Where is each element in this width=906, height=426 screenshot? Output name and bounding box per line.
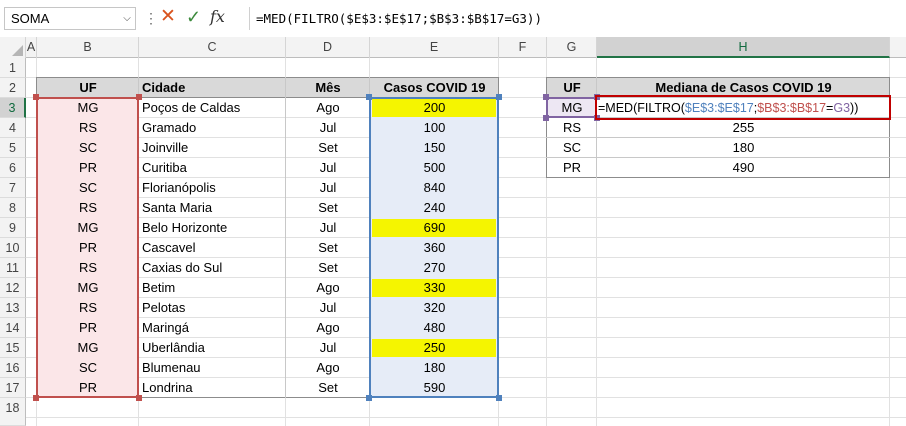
row-header-15[interactable]: 15 bbox=[0, 338, 26, 358]
range-handle bbox=[496, 395, 502, 401]
range-handle bbox=[33, 395, 39, 401]
table2-col-line bbox=[596, 77, 597, 178]
column-headers: A B C D E F G H bbox=[0, 37, 906, 58]
column-header-b[interactable]: B bbox=[37, 37, 139, 58]
column-header-g[interactable]: G bbox=[547, 37, 597, 58]
column-header-h[interactable]: H bbox=[597, 37, 890, 58]
row-header-10[interactable]: 10 bbox=[0, 238, 26, 258]
row-header-16[interactable]: 16 bbox=[0, 358, 26, 378]
row-header-2[interactable]: 2 bbox=[0, 78, 26, 98]
row-header-7[interactable]: 7 bbox=[0, 178, 26, 198]
row-header-3[interactable]: 3 bbox=[0, 98, 26, 118]
x-icon[interactable]: ✕ bbox=[160, 5, 176, 29]
check-icon[interactable]: ✓ bbox=[186, 5, 201, 29]
more-vertical-icon: ⋮ bbox=[144, 10, 158, 26]
range-handle bbox=[543, 115, 549, 121]
table2-row-line bbox=[546, 137, 890, 138]
row-header-13[interactable]: 13 bbox=[0, 298, 26, 318]
column-header-c[interactable]: C bbox=[139, 37, 286, 58]
table1-col-line bbox=[285, 77, 286, 398]
row-header-6[interactable]: 6 bbox=[0, 158, 26, 178]
active-cell-border bbox=[595, 95, 891, 120]
formula-input[interactable]: =MED(FILTRO($E$3:$E$17;$B$3:$B$17=G3)) bbox=[256, 7, 896, 30]
table2-border bbox=[546, 77, 890, 178]
row-header-11[interactable]: 11 bbox=[0, 258, 26, 278]
select-all-corner[interactable] bbox=[0, 37, 26, 58]
insert-function-button[interactable]: fx bbox=[210, 6, 225, 28]
row-header-18[interactable]: 18 bbox=[0, 398, 26, 426]
range-handle bbox=[136, 395, 142, 401]
name-box[interactable]: SOMA bbox=[4, 7, 136, 30]
row-header-14[interactable]: 14 bbox=[0, 318, 26, 338]
row-header-1[interactable]: 1 bbox=[0, 58, 26, 78]
range-handle bbox=[33, 94, 39, 100]
formula-bar-divider bbox=[249, 7, 250, 30]
range-handle bbox=[366, 94, 372, 100]
range-e-border bbox=[369, 97, 499, 398]
range-handle bbox=[136, 94, 142, 100]
column-header-a[interactable]: A bbox=[26, 37, 37, 58]
table2-row-line bbox=[546, 157, 890, 158]
chevron-down-icon[interactable]: ⌵ bbox=[118, 7, 136, 30]
gridline-h bbox=[26, 417, 906, 418]
row-header-8[interactable]: 8 bbox=[0, 198, 26, 218]
range-handle bbox=[366, 395, 372, 401]
column-header-f[interactable]: F bbox=[499, 37, 547, 58]
row-header-12[interactable]: 12 bbox=[0, 278, 26, 298]
column-header-e[interactable]: E bbox=[370, 37, 499, 58]
column-header-d[interactable]: D bbox=[286, 37, 370, 58]
range-g3-border bbox=[546, 97, 597, 118]
range-handle bbox=[543, 94, 549, 100]
row-header-17[interactable]: 17 bbox=[0, 378, 26, 398]
row-header-9[interactable]: 9 bbox=[0, 218, 26, 238]
row-header-4[interactable]: 4 bbox=[0, 118, 26, 138]
range-handle bbox=[496, 94, 502, 100]
row-header-5[interactable]: 5 bbox=[0, 138, 26, 158]
range-b-border bbox=[36, 97, 139, 398]
